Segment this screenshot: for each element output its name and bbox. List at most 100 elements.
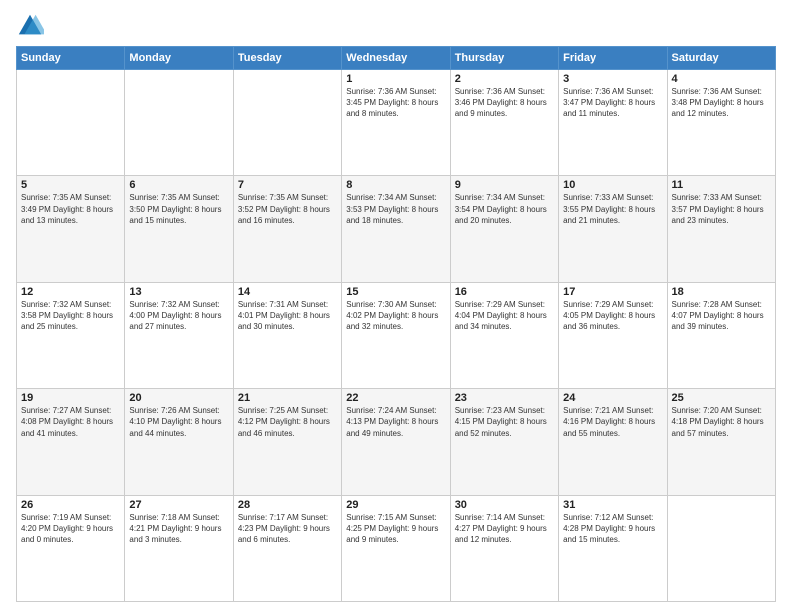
day-info: Sunrise: 7:28 AM Sunset: 4:07 PM Dayligh… xyxy=(672,299,771,333)
day-number: 10 xyxy=(563,179,662,191)
day-number: 25 xyxy=(672,392,771,404)
calendar-cell-w2-d2: 14Sunrise: 7:31 AM Sunset: 4:01 PM Dayli… xyxy=(233,282,341,388)
weekday-header-saturday: Saturday xyxy=(667,47,775,70)
calendar-cell-w4-d3: 29Sunrise: 7:15 AM Sunset: 4:25 PM Dayli… xyxy=(342,495,450,601)
day-info: Sunrise: 7:17 AM Sunset: 4:23 PM Dayligh… xyxy=(238,512,337,546)
day-info: Sunrise: 7:30 AM Sunset: 4:02 PM Dayligh… xyxy=(346,299,445,333)
calendar-week-1: 5Sunrise: 7:35 AM Sunset: 3:49 PM Daylig… xyxy=(17,176,776,282)
day-info: Sunrise: 7:32 AM Sunset: 4:00 PM Dayligh… xyxy=(129,299,228,333)
weekday-header-monday: Monday xyxy=(125,47,233,70)
day-number: 15 xyxy=(346,286,445,298)
day-info: Sunrise: 7:12 AM Sunset: 4:28 PM Dayligh… xyxy=(563,512,662,546)
calendar-week-2: 12Sunrise: 7:32 AM Sunset: 3:58 PM Dayli… xyxy=(17,282,776,388)
calendar-cell-w0-d4: 2Sunrise: 7:36 AM Sunset: 3:46 PM Daylig… xyxy=(450,70,558,176)
day-number: 8 xyxy=(346,179,445,191)
day-number: 31 xyxy=(563,499,662,511)
calendar-cell-w2-d6: 18Sunrise: 7:28 AM Sunset: 4:07 PM Dayli… xyxy=(667,282,775,388)
day-number: 22 xyxy=(346,392,445,404)
day-number: 27 xyxy=(129,499,228,511)
calendar-cell-w2-d0: 12Sunrise: 7:32 AM Sunset: 3:58 PM Dayli… xyxy=(17,282,125,388)
calendar-week-0: 1Sunrise: 7:36 AM Sunset: 3:45 PM Daylig… xyxy=(17,70,776,176)
day-number: 19 xyxy=(21,392,120,404)
logo xyxy=(16,12,48,40)
calendar-cell-w1-d6: 11Sunrise: 7:33 AM Sunset: 3:57 PM Dayli… xyxy=(667,176,775,282)
day-info: Sunrise: 7:29 AM Sunset: 4:04 PM Dayligh… xyxy=(455,299,554,333)
calendar-cell-w2-d4: 16Sunrise: 7:29 AM Sunset: 4:04 PM Dayli… xyxy=(450,282,558,388)
day-info: Sunrise: 7:32 AM Sunset: 3:58 PM Dayligh… xyxy=(21,299,120,333)
day-info: Sunrise: 7:36 AM Sunset: 3:45 PM Dayligh… xyxy=(346,86,445,120)
calendar-cell-w4-d4: 30Sunrise: 7:14 AM Sunset: 4:27 PM Dayli… xyxy=(450,495,558,601)
calendar-cell-w4-d6 xyxy=(667,495,775,601)
day-info: Sunrise: 7:36 AM Sunset: 3:48 PM Dayligh… xyxy=(672,86,771,120)
day-info: Sunrise: 7:27 AM Sunset: 4:08 PM Dayligh… xyxy=(21,405,120,439)
day-number: 26 xyxy=(21,499,120,511)
calendar-cell-w1-d1: 6Sunrise: 7:35 AM Sunset: 3:50 PM Daylig… xyxy=(125,176,233,282)
day-info: Sunrise: 7:35 AM Sunset: 3:50 PM Dayligh… xyxy=(129,192,228,226)
day-info: Sunrise: 7:19 AM Sunset: 4:20 PM Dayligh… xyxy=(21,512,120,546)
calendar-week-3: 19Sunrise: 7:27 AM Sunset: 4:08 PM Dayli… xyxy=(17,389,776,495)
day-number: 17 xyxy=(563,286,662,298)
calendar-week-4: 26Sunrise: 7:19 AM Sunset: 4:20 PM Dayli… xyxy=(17,495,776,601)
page: SundayMondayTuesdayWednesdayThursdayFrid… xyxy=(0,0,792,612)
day-info: Sunrise: 7:36 AM Sunset: 3:46 PM Dayligh… xyxy=(455,86,554,120)
day-number: 16 xyxy=(455,286,554,298)
day-info: Sunrise: 7:26 AM Sunset: 4:10 PM Dayligh… xyxy=(129,405,228,439)
calendar-cell-w3-d2: 21Sunrise: 7:25 AM Sunset: 4:12 PM Dayli… xyxy=(233,389,341,495)
day-info: Sunrise: 7:24 AM Sunset: 4:13 PM Dayligh… xyxy=(346,405,445,439)
calendar-cell-w0-d2 xyxy=(233,70,341,176)
day-info: Sunrise: 7:34 AM Sunset: 3:54 PM Dayligh… xyxy=(455,192,554,226)
calendar-cell-w0-d1 xyxy=(125,70,233,176)
day-number: 21 xyxy=(238,392,337,404)
weekday-header-friday: Friday xyxy=(559,47,667,70)
calendar-cell-w0-d6: 4Sunrise: 7:36 AM Sunset: 3:48 PM Daylig… xyxy=(667,70,775,176)
day-number: 2 xyxy=(455,73,554,85)
day-number: 5 xyxy=(21,179,120,191)
day-number: 28 xyxy=(238,499,337,511)
day-info: Sunrise: 7:25 AM Sunset: 4:12 PM Dayligh… xyxy=(238,405,337,439)
calendar-table: SundayMondayTuesdayWednesdayThursdayFrid… xyxy=(16,46,776,602)
day-number: 9 xyxy=(455,179,554,191)
calendar-cell-w0-d5: 3Sunrise: 7:36 AM Sunset: 3:47 PM Daylig… xyxy=(559,70,667,176)
day-number: 14 xyxy=(238,286,337,298)
day-info: Sunrise: 7:18 AM Sunset: 4:21 PM Dayligh… xyxy=(129,512,228,546)
day-number: 4 xyxy=(672,73,771,85)
day-info: Sunrise: 7:34 AM Sunset: 3:53 PM Dayligh… xyxy=(346,192,445,226)
calendar-cell-w1-d5: 10Sunrise: 7:33 AM Sunset: 3:55 PM Dayli… xyxy=(559,176,667,282)
header xyxy=(16,12,776,40)
calendar-cell-w1-d2: 7Sunrise: 7:35 AM Sunset: 3:52 PM Daylig… xyxy=(233,176,341,282)
weekday-header-row: SundayMondayTuesdayWednesdayThursdayFrid… xyxy=(17,47,776,70)
day-info: Sunrise: 7:33 AM Sunset: 3:57 PM Dayligh… xyxy=(672,192,771,226)
day-number: 20 xyxy=(129,392,228,404)
calendar-cell-w3-d1: 20Sunrise: 7:26 AM Sunset: 4:10 PM Dayli… xyxy=(125,389,233,495)
day-number: 11 xyxy=(672,179,771,191)
day-number: 23 xyxy=(455,392,554,404)
calendar-cell-w1-d0: 5Sunrise: 7:35 AM Sunset: 3:49 PM Daylig… xyxy=(17,176,125,282)
calendar-cell-w4-d0: 26Sunrise: 7:19 AM Sunset: 4:20 PM Dayli… xyxy=(17,495,125,601)
day-number: 7 xyxy=(238,179,337,191)
day-info: Sunrise: 7:20 AM Sunset: 4:18 PM Dayligh… xyxy=(672,405,771,439)
logo-icon xyxy=(16,12,44,40)
day-number: 24 xyxy=(563,392,662,404)
day-number: 12 xyxy=(21,286,120,298)
calendar-header: SundayMondayTuesdayWednesdayThursdayFrid… xyxy=(17,47,776,70)
day-number: 13 xyxy=(129,286,228,298)
weekday-header-sunday: Sunday xyxy=(17,47,125,70)
weekday-header-wednesday: Wednesday xyxy=(342,47,450,70)
day-number: 3 xyxy=(563,73,662,85)
day-number: 6 xyxy=(129,179,228,191)
calendar-cell-w3-d4: 23Sunrise: 7:23 AM Sunset: 4:15 PM Dayli… xyxy=(450,389,558,495)
calendar-cell-w1-d4: 9Sunrise: 7:34 AM Sunset: 3:54 PM Daylig… xyxy=(450,176,558,282)
day-info: Sunrise: 7:15 AM Sunset: 4:25 PM Dayligh… xyxy=(346,512,445,546)
calendar-cell-w4-d2: 28Sunrise: 7:17 AM Sunset: 4:23 PM Dayli… xyxy=(233,495,341,601)
day-number: 29 xyxy=(346,499,445,511)
day-info: Sunrise: 7:36 AM Sunset: 3:47 PM Dayligh… xyxy=(563,86,662,120)
calendar-body: 1Sunrise: 7:36 AM Sunset: 3:45 PM Daylig… xyxy=(17,70,776,602)
calendar-cell-w3-d6: 25Sunrise: 7:20 AM Sunset: 4:18 PM Dayli… xyxy=(667,389,775,495)
day-number: 1 xyxy=(346,73,445,85)
day-info: Sunrise: 7:35 AM Sunset: 3:52 PM Dayligh… xyxy=(238,192,337,226)
calendar-cell-w0-d3: 1Sunrise: 7:36 AM Sunset: 3:45 PM Daylig… xyxy=(342,70,450,176)
calendar-cell-w2-d1: 13Sunrise: 7:32 AM Sunset: 4:00 PM Dayli… xyxy=(125,282,233,388)
day-number: 18 xyxy=(672,286,771,298)
calendar-cell-w2-d3: 15Sunrise: 7:30 AM Sunset: 4:02 PM Dayli… xyxy=(342,282,450,388)
day-info: Sunrise: 7:35 AM Sunset: 3:49 PM Dayligh… xyxy=(21,192,120,226)
